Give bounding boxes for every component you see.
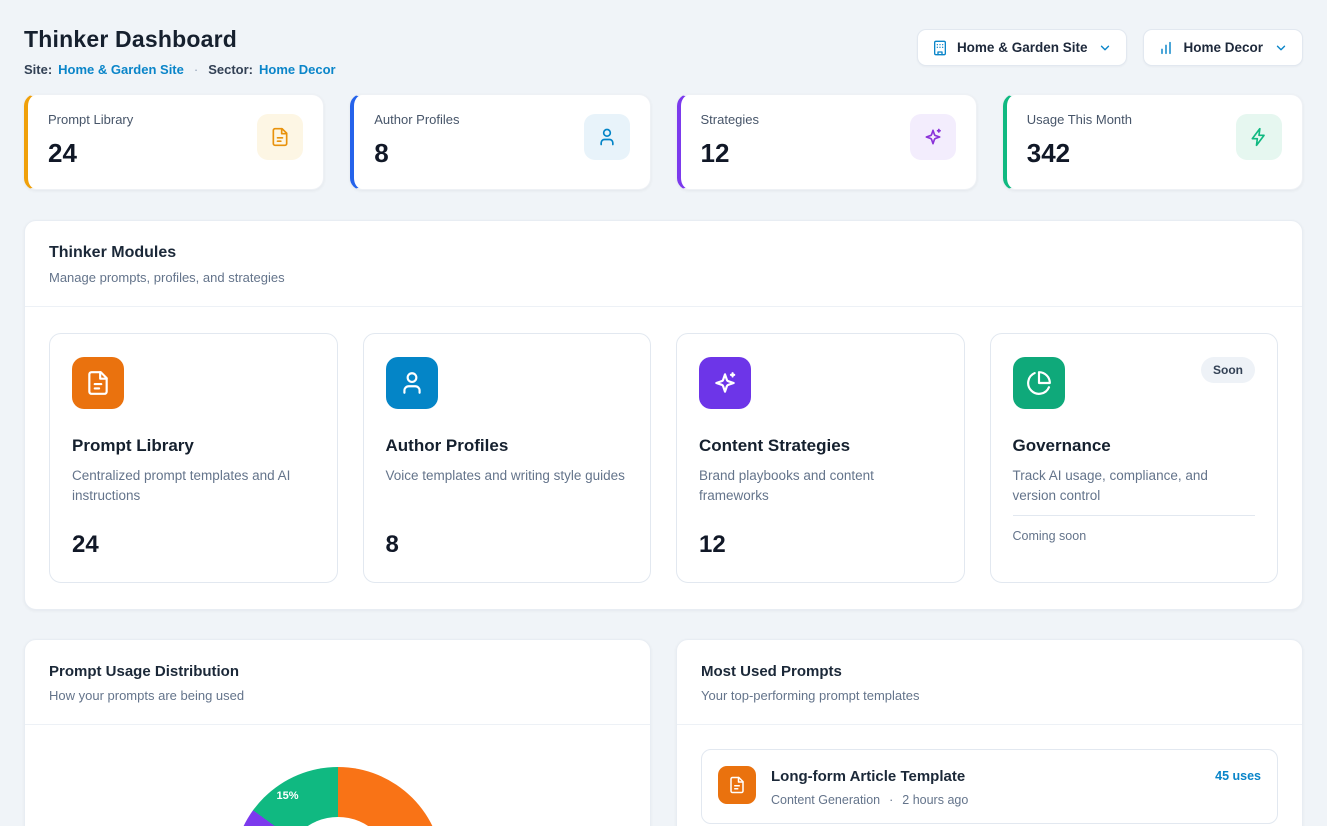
module-title: Prompt Library [72, 436, 315, 456]
prompt-list-item[interactable]: Long-form Article Template Content Gener… [701, 749, 1278, 824]
stat-card-prompt-library: Prompt Library 24 [24, 94, 324, 190]
donut-chart: 15% [233, 767, 443, 826]
stat-value: 24 [48, 138, 133, 169]
site-dropdown-label: Home & Garden Site [957, 40, 1088, 55]
stat-label: Author Profiles [374, 112, 459, 127]
document-icon [72, 357, 124, 409]
bottom-row: Prompt Usage Distribution How your promp… [24, 639, 1303, 826]
separator-dot: · [194, 62, 198, 77]
page-title: Thinker Dashboard [24, 26, 336, 53]
modules-panel-header: Thinker Modules Manage prompts, profiles… [25, 221, 1302, 307]
site-label: Site: [24, 62, 52, 77]
stats-row: Prompt Library 24 Author Profiles 8 Stra… [24, 94, 1303, 190]
modules-panel-title: Thinker Modules [49, 244, 1278, 262]
sector-dropdown-label: Home Decor [1183, 40, 1263, 55]
chevron-down-icon [1098, 41, 1112, 55]
sector-label: Sector: [208, 62, 253, 77]
module-card-prompt-library[interactable]: Prompt Library Centralized prompt templa… [49, 333, 338, 583]
site-dropdown[interactable]: Home & Garden Site [917, 29, 1128, 66]
chart-area: 15% [25, 767, 650, 826]
header-controls: Home & Garden Site Home Decor [917, 29, 1303, 66]
document-icon [718, 766, 756, 804]
site-link[interactable]: Home & Garden Site [58, 62, 184, 77]
most-used-prompts-card: Most Used Prompts Your top-performing pr… [676, 639, 1303, 826]
modules-grid: Prompt Library Centralized prompt templa… [25, 307, 1302, 609]
prompt-list: Long-form Article Template Content Gener… [677, 725, 1302, 826]
sparkles-icon [910, 114, 956, 160]
module-description: Brand playbooks and content frameworks [699, 466, 942, 507]
usage-card-subtitle: How your prompts are being used [49, 688, 626, 703]
stat-value: 12 [701, 138, 760, 169]
prompt-title: Long-form Article Template [771, 768, 1200, 785]
module-card-governance[interactable]: Soon Governance Track AI usage, complian… [990, 333, 1279, 583]
prompts-card-subtitle: Your top-performing prompt templates [701, 688, 1278, 703]
module-count: 24 [72, 515, 315, 559]
prompts-card-title: Most Used Prompts [701, 663, 1278, 680]
modules-panel: Thinker Modules Manage prompts, profiles… [24, 220, 1303, 610]
sector-dropdown[interactable]: Home Decor [1143, 29, 1303, 66]
document-icon [257, 114, 303, 160]
user-icon [386, 357, 438, 409]
separator-dot: · [889, 793, 893, 807]
sparkles-icon [699, 357, 751, 409]
pie-chart-icon [1013, 357, 1065, 409]
soon-badge: Soon [1201, 357, 1255, 383]
module-title: Governance [1013, 436, 1256, 456]
usage-distribution-card: Prompt Usage Distribution How your promp… [24, 639, 651, 826]
stat-label: Strategies [701, 112, 760, 127]
chevron-down-icon [1274, 41, 1288, 55]
stat-label: Prompt Library [48, 112, 133, 127]
stat-card-author-profiles: Author Profiles 8 [350, 94, 650, 190]
module-title: Author Profiles [386, 436, 629, 456]
user-icon [584, 114, 630, 160]
module-title: Content Strategies [699, 436, 942, 456]
prompt-uses-badge: 45 uses [1215, 769, 1261, 783]
module-card-content-strategies[interactable]: Content Strategies Brand playbooks and c… [676, 333, 965, 583]
bar-chart-icon [1158, 40, 1174, 56]
page-header: Thinker Dashboard Site: Home & Garden Si… [24, 20, 1303, 77]
stat-label: Usage This Month [1027, 112, 1132, 127]
building-icon [932, 40, 948, 56]
module-count: 8 [386, 515, 629, 559]
stat-card-usage: Usage This Month 342 [1003, 94, 1303, 190]
module-description: Centralized prompt templates and AI inst… [72, 466, 315, 507]
prompt-category: Content Generation [771, 793, 880, 807]
stat-card-strategies: Strategies 12 [677, 94, 977, 190]
breadcrumb: Site: Home & Garden Site · Sector: Home … [24, 62, 336, 77]
module-description: Track AI usage, compliance, and version … [1013, 466, 1256, 507]
usage-card-title: Prompt Usage Distribution [49, 663, 626, 680]
coming-soon-text: Coming soon [1013, 516, 1256, 543]
sector-link[interactable]: Home Decor [259, 62, 336, 77]
prompt-time: 2 hours ago [902, 793, 968, 807]
modules-panel-subtitle: Manage prompts, profiles, and strategies [49, 270, 1278, 285]
stat-value: 342 [1027, 138, 1132, 169]
module-count: 12 [699, 515, 942, 559]
header-left: Thinker Dashboard Site: Home & Garden Si… [24, 20, 336, 77]
bolt-icon [1236, 114, 1282, 160]
donut-segment-label: 15% [277, 790, 299, 802]
stat-value: 8 [374, 138, 459, 169]
module-card-author-profiles[interactable]: Author Profiles Voice templates and writ… [363, 333, 652, 583]
dashboard-page: Thinker Dashboard Site: Home & Garden Si… [0, 0, 1327, 826]
module-description: Voice templates and writing style guides [386, 466, 629, 486]
